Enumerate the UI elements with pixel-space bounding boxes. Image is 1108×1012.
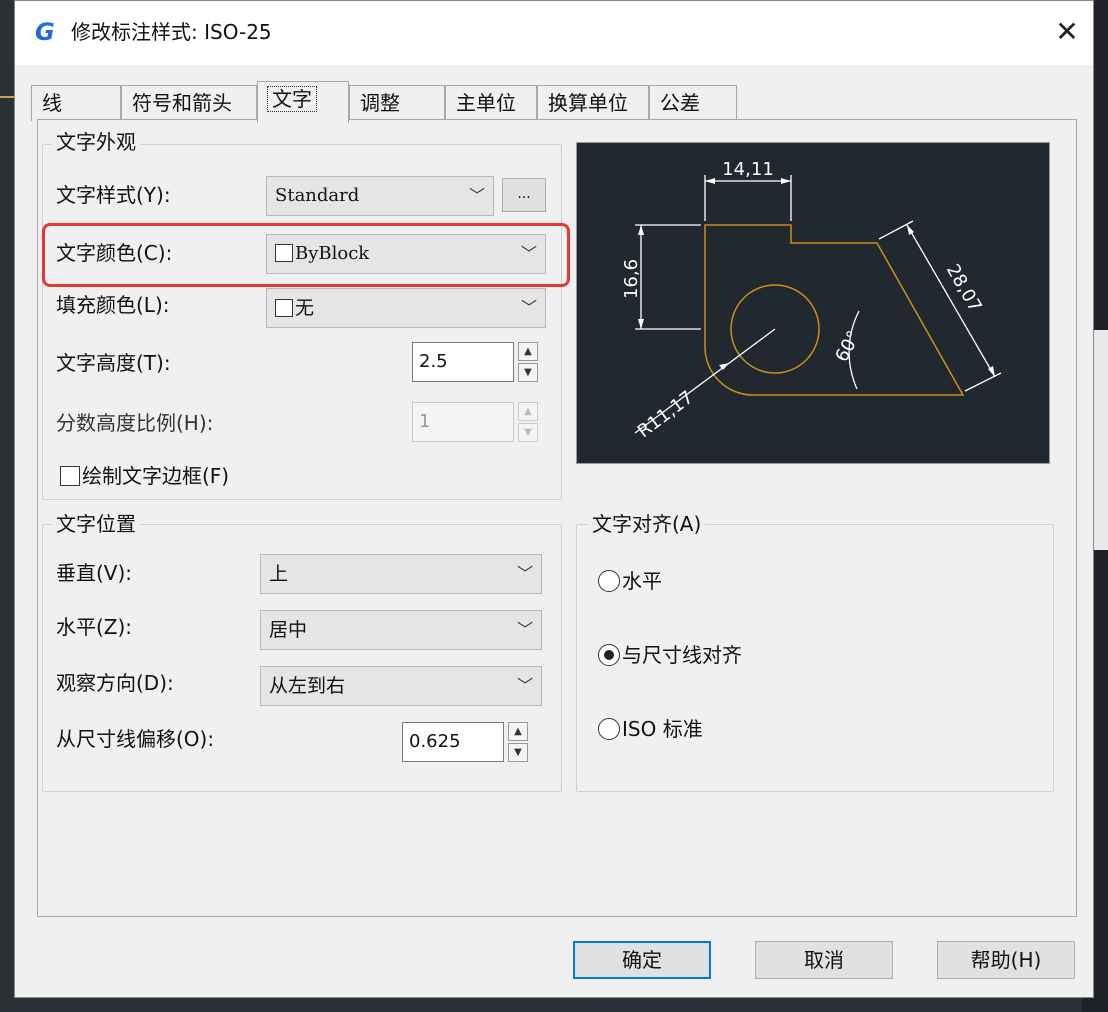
text-color-select[interactable]: ByBlock ﹀ bbox=[266, 234, 546, 274]
text-alignment-title: 文字对齐(A) bbox=[588, 512, 706, 536]
spin-down-icon[interactable]: ▼ bbox=[508, 743, 528, 762]
ok-button[interactable]: 确定 bbox=[573, 941, 711, 979]
align-with-dimline-label: 与尺寸线对齐 bbox=[622, 643, 742, 667]
dimension-preview: 14,11 16,6 28,07 60° R11,17 bbox=[576, 142, 1050, 464]
color-swatch-icon bbox=[275, 299, 293, 317]
chevron-down-icon: ﹀ bbox=[468, 186, 485, 205]
text-placement-title: 文字位置 bbox=[52, 512, 140, 536]
spin-down-icon: ▼ bbox=[518, 423, 538, 442]
offset-input[interactable]: 0.625 bbox=[402, 722, 504, 762]
tab-tolerances[interactable]: 公差 bbox=[649, 85, 737, 121]
tab-panel-text: 文字外观 文字样式(Y): Standard ﹀ ... 文字颜色(C): ByB… bbox=[37, 119, 1077, 917]
align-with-dimline-radio[interactable] bbox=[598, 644, 620, 666]
fraction-scale-input: 1 bbox=[412, 402, 514, 442]
spin-up-icon[interactable]: ▲ bbox=[508, 722, 528, 741]
text-style-select[interactable]: Standard ﹀ bbox=[266, 176, 494, 216]
tab-symbols-arrows[interactable]: 符号和箭头 bbox=[121, 85, 257, 121]
title-bar: G 修改标注样式: ISO-25 ✕ bbox=[15, 1, 1093, 65]
text-appearance-title: 文字外观 bbox=[52, 130, 140, 154]
dim-radius-text: R11,17 bbox=[634, 387, 698, 442]
app-logo-icon: G bbox=[35, 18, 55, 46]
background-line bbox=[0, 96, 14, 98]
vertical-label: 垂直(V): bbox=[56, 561, 133, 585]
tab-alternate-units[interactable]: 换算单位 bbox=[537, 85, 649, 121]
align-horizontal-label: 水平 bbox=[622, 569, 662, 593]
spin-up-icon: ▲ bbox=[518, 402, 538, 421]
text-style-label: 文字样式(Y): bbox=[56, 183, 171, 207]
chevron-down-icon: ﹀ bbox=[520, 244, 537, 263]
fraction-scale-spinner: ▲ ▼ bbox=[518, 402, 538, 442]
dimension-arrows bbox=[638, 178, 995, 377]
chevron-down-icon: ﹀ bbox=[516, 676, 533, 695]
tab-text[interactable]: 文字 bbox=[257, 81, 349, 123]
cancel-button[interactable]: 取消 bbox=[755, 941, 893, 979]
close-button[interactable]: ✕ bbox=[1047, 13, 1087, 51]
fraction-scale-label: 分数高度比例(H): bbox=[56, 411, 214, 435]
text-height-spinner[interactable]: ▲ ▼ bbox=[518, 342, 538, 382]
text-style-browse-button[interactable]: ... bbox=[502, 178, 546, 212]
align-horizontal-radio[interactable] bbox=[598, 570, 620, 592]
dim-angle-text: 60° bbox=[831, 327, 865, 365]
draw-frame-checkbox[interactable] bbox=[60, 466, 80, 486]
spin-down-icon[interactable]: ▼ bbox=[518, 363, 538, 382]
offset-spinner[interactable]: ▲ ▼ bbox=[508, 722, 528, 762]
horizontal-select[interactable]: 居中 ﹀ bbox=[260, 610, 542, 650]
view-direction-label: 观察方向(D): bbox=[56, 671, 174, 695]
text-color-label: 文字颜色(C): bbox=[56, 241, 173, 265]
part-outline bbox=[704, 224, 965, 396]
fill-color-label: 填充颜色(L): bbox=[56, 293, 170, 317]
tab-fit[interactable]: 调整 bbox=[349, 85, 445, 121]
draw-frame-label: 绘制文字边框(F) bbox=[82, 464, 230, 488]
dim-diag-text: 28,07 bbox=[942, 261, 986, 316]
chevron-down-icon: ﹀ bbox=[516, 564, 533, 583]
spin-up-icon[interactable]: ▲ bbox=[518, 342, 538, 361]
align-iso-label: ISO 标准 bbox=[622, 717, 703, 741]
background-left-strip bbox=[0, 0, 14, 1012]
dim-top-text: 14,11 bbox=[722, 159, 774, 180]
horizontal-label: 水平(Z): bbox=[56, 615, 133, 639]
help-button[interactable]: 帮助(H) bbox=[937, 941, 1075, 979]
offset-label: 从尺寸线偏移(O): bbox=[56, 727, 215, 751]
dim-style-dialog: G 修改标注样式: ISO-25 ✕ 线 符号和箭头 文字 调整 主单位 换算单… bbox=[14, 0, 1094, 998]
chevron-down-icon: ﹀ bbox=[516, 620, 533, 639]
tab-lines[interactable]: 线 bbox=[31, 85, 121, 121]
tab-primary-units[interactable]: 主单位 bbox=[445, 85, 537, 121]
view-direction-select[interactable]: 从左到右 ﹀ bbox=[260, 666, 542, 706]
color-swatch-icon bbox=[275, 244, 293, 262]
vertical-select[interactable]: 上 ﹀ bbox=[260, 554, 542, 594]
preview-drawing: 14,11 16,6 28,07 60° R11,17 bbox=[621, 159, 1002, 442]
text-height-label: 文字高度(T): bbox=[56, 351, 171, 375]
align-iso-radio[interactable] bbox=[598, 718, 620, 740]
fill-color-select[interactable]: 无 ﹀ bbox=[266, 288, 546, 328]
dialog-title: 修改标注样式: ISO-25 bbox=[71, 20, 272, 44]
chevron-down-icon: ﹀ bbox=[520, 298, 537, 317]
dim-left-text: 16,6 bbox=[621, 259, 642, 299]
text-height-input[interactable]: 2.5 bbox=[412, 342, 514, 382]
